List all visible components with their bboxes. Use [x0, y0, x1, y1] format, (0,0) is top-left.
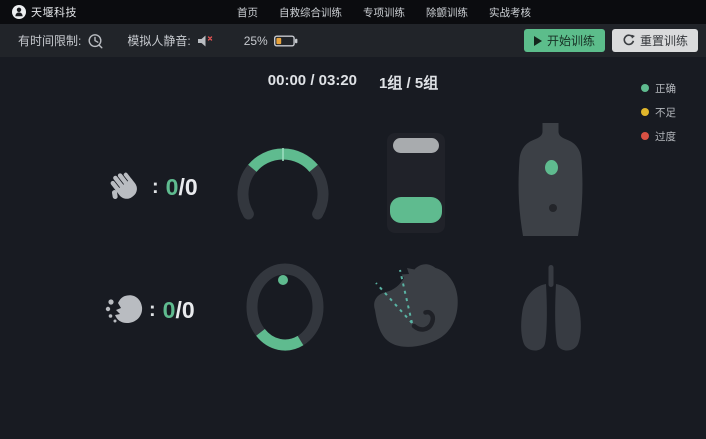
- start-training-button[interactable]: 开始训练: [524, 29, 605, 52]
- battery-percent: 25%: [244, 34, 268, 48]
- start-training-label: 开始训练: [547, 32, 595, 49]
- excessive-dot-icon: [641, 132, 649, 140]
- toolbar-buttons: 开始训练 重置训练: [524, 29, 698, 52]
- lungs-icon: [512, 265, 590, 352]
- legend-insufficient: 不足: [641, 104, 676, 120]
- time-limit-label: 有时间限制:: [18, 32, 81, 49]
- toolbar: 有时间限制: 模拟人静音: 25% 开始: [0, 24, 706, 57]
- ventilation-total-count: /0: [175, 297, 194, 323]
- hand-position-dot: [545, 160, 558, 175]
- nav-item-comprehensive-training[interactable]: 自救综合训练: [279, 5, 342, 20]
- clock-icon[interactable]: [87, 33, 103, 49]
- legend-excessive: 过度: [641, 128, 676, 144]
- compression-colon: :: [152, 176, 159, 199]
- depth-target-zone: [390, 197, 442, 223]
- play-icon: [534, 36, 542, 46]
- insufficient-dot-icon: [641, 108, 649, 116]
- session-timer: 00:00 / 03:20: [268, 72, 357, 93]
- legend-insufficient-label: 不足: [655, 105, 676, 120]
- reset-icon: [622, 34, 635, 47]
- reset-training-label: 重置训练: [640, 32, 688, 49]
- compression-total-count: /0: [178, 174, 197, 200]
- battery-status: 25%: [244, 34, 298, 48]
- compression-rate-gauge: [228, 144, 338, 236]
- nav-item-special-training[interactable]: 专项训练: [363, 5, 405, 20]
- reset-training-button[interactable]: 重置训练: [612, 29, 698, 52]
- compression-depth-indicator: [387, 133, 445, 233]
- legend-correct-label: 正确: [655, 81, 676, 96]
- time-limit-setting: 有时间限制:: [18, 32, 103, 49]
- session-status: 00:00 / 03:20 1组 / 5组: [0, 72, 706, 93]
- main-nav: 首页 自救综合训练 专项训练 除颤训练 实战考核: [237, 0, 531, 24]
- manikin-mute-setting: 模拟人静音:: [127, 32, 213, 49]
- nav-item-defibrillation-training[interactable]: 除颤训练: [426, 5, 468, 20]
- session-groups: 1组 / 5组: [379, 72, 438, 93]
- cpr-training-app: 天堰科技 首页 自救综合训练 专项训练 除颤训练 实战考核 有时间限制: 模拟人…: [0, 0, 706, 439]
- brand-name: 天堰科技: [31, 4, 77, 20]
- ventilation-correct-count: 0: [163, 297, 176, 323]
- nav-item-practical-assessment[interactable]: 实战考核: [489, 5, 531, 20]
- head-tilt-angle-icon: [363, 260, 463, 355]
- training-dashboard: 00:00 / 03:20 1组 / 5组 正确 不足 过度: [0, 57, 706, 439]
- ventilation-breath-icon: [104, 292, 144, 328]
- compression-counter: : 0/0: [107, 167, 198, 207]
- legend-excessive-label: 过度: [655, 129, 676, 144]
- ventilation-marker-dot: [278, 275, 288, 285]
- compression-correct-count: 0: [166, 174, 179, 200]
- brand-logo-icon: [12, 5, 26, 19]
- ventilation-counter: : 0/0: [104, 290, 195, 330]
- speaker-muted-icon[interactable]: [197, 34, 214, 48]
- mute-label: 模拟人静音:: [127, 32, 190, 49]
- depth-marker: [393, 138, 439, 153]
- nav-item-home[interactable]: 首页: [237, 5, 258, 20]
- ventilation-colon: :: [149, 299, 156, 322]
- legend-correct: 正确: [641, 80, 676, 96]
- compression-hand-icon: [107, 168, 147, 206]
- torso-hand-position-icon: [513, 123, 588, 237]
- result-legend: 正确 不足 过度: [641, 80, 676, 152]
- top-nav-bar: 天堰科技 首页 自救综合训练 专项训练 除颤训练 实战考核: [0, 0, 706, 24]
- ventilation-volume-gauge: [243, 261, 327, 353]
- correct-dot-icon: [641, 84, 649, 92]
- battery-icon: [274, 35, 298, 47]
- brand: 天堰科技: [0, 4, 77, 20]
